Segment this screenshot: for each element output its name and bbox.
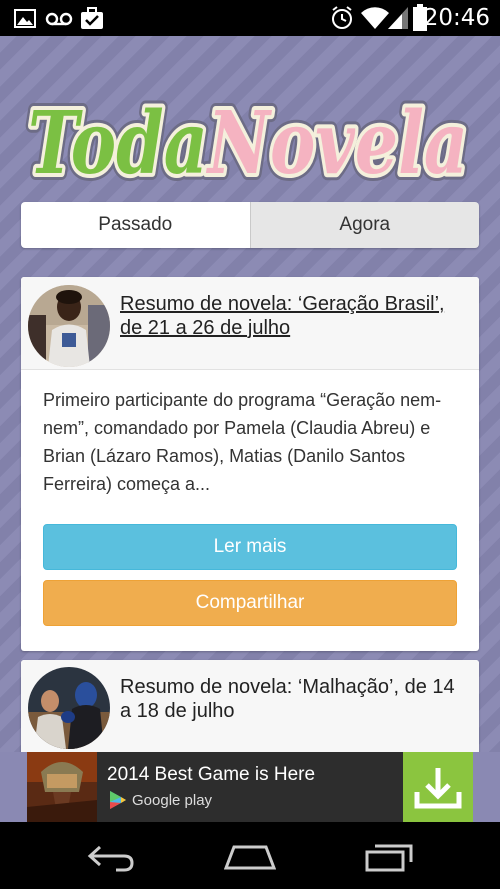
read-more-button[interactable]: Ler mais: [43, 524, 457, 570]
card-title[interactable]: Resumo de novela: ‘Malhação’, de 14 a 18…: [120, 675, 469, 723]
tab-passado[interactable]: Passado: [21, 202, 251, 248]
google-play-badge: Google play: [109, 790, 212, 810]
google-play-icon: [110, 791, 126, 809]
card-header: Resumo de novela: ‘Malhação’, de 14 a 18…: [21, 660, 479, 752]
svg-text:TodaNovela: TodaNovela: [28, 93, 468, 188]
image-icon: [14, 9, 36, 28]
news-card: Resumo de novela: ‘Geração Brasil’, de 2…: [21, 277, 479, 651]
ad-banner[interactable]: 2014 Best Game is Here Google play: [27, 752, 473, 822]
card-title-link[interactable]: Resumo de novela: ‘Geração Brasil’, de 2…: [120, 292, 469, 340]
briefcase-check-icon: [81, 7, 103, 29]
news-card: Resumo de novela: ‘Malhação’, de 14 a 18…: [21, 660, 479, 752]
ad-title: 2014 Best Game is Here: [107, 764, 316, 785]
logo-novela: Novela: [205, 93, 468, 188]
signal-icon: [388, 7, 408, 29]
back-icon[interactable]: [86, 842, 136, 872]
wifi-icon: [361, 7, 389, 30]
voicemail-icon: [45, 12, 73, 26]
store-label: Google play: [132, 791, 213, 809]
card-header: Resumo de novela: ‘Geração Brasil’, de 2…: [21, 277, 479, 370]
game-art-image: [27, 752, 97, 822]
status-bar: 20:46: [0, 0, 500, 36]
download-button[interactable]: [403, 752, 473, 822]
share-button[interactable]: Compartilhar: [43, 580, 457, 626]
app-logo: TodaNovela TodaNovela TodaNovela: [21, 86, 475, 188]
avatar: [28, 285, 110, 367]
app-content: TodaNovela TodaNovela TodaNovela Passado…: [0, 36, 500, 752]
tab-agora[interactable]: Agora: [250, 202, 479, 248]
home-icon[interactable]: [224, 844, 276, 870]
tab-bar: Passado Agora: [21, 202, 479, 248]
alarm-icon: [332, 6, 352, 29]
nav-bar: [0, 822, 500, 889]
recents-icon[interactable]: [365, 840, 415, 872]
avatar: [28, 667, 110, 749]
clock: 20:46: [423, 5, 490, 31]
card-excerpt: Primeiro participante do programa “Geraç…: [43, 390, 442, 494]
logo-toda: Toda: [28, 93, 208, 188]
download-icon: [414, 768, 462, 809]
